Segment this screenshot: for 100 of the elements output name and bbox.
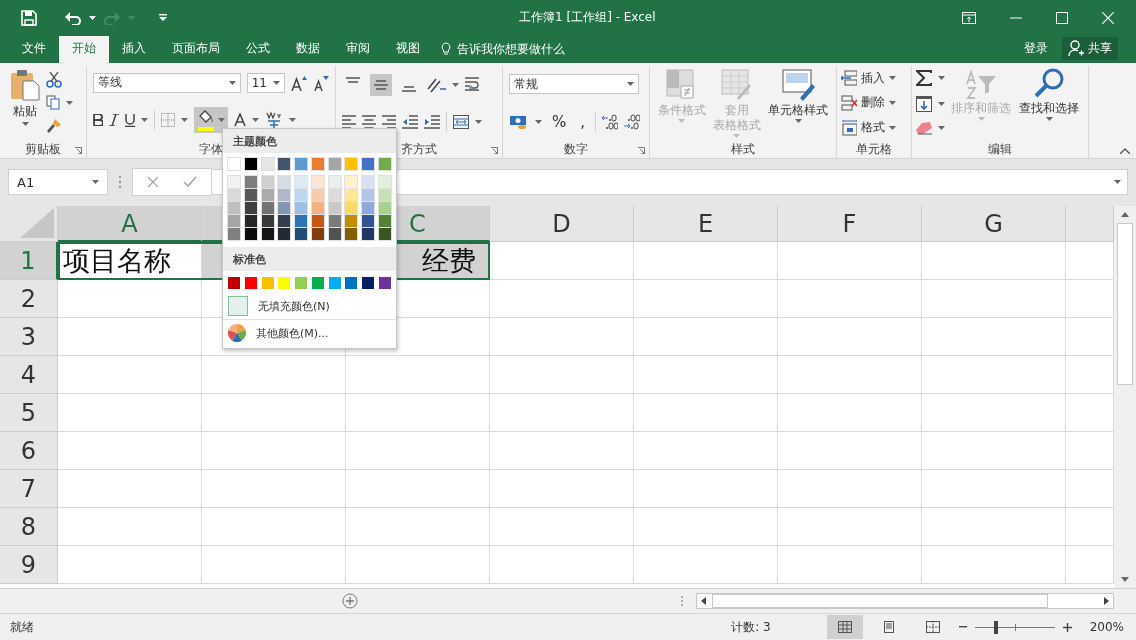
- color-swatch[interactable]: [327, 215, 342, 228]
- color-swatch[interactable]: [260, 189, 275, 202]
- increase-indent-icon[interactable]: [424, 115, 440, 129]
- color-swatch[interactable]: [377, 202, 392, 215]
- color-swatch[interactable]: [361, 202, 376, 215]
- color-swatch[interactable]: [361, 215, 376, 228]
- no-fill-item[interactable]: 无填充颜色(N): [223, 293, 396, 320]
- slider-thumb[interactable]: [994, 620, 999, 634]
- color-swatch[interactable]: [310, 189, 325, 202]
- scroll-down-icon[interactable]: [1121, 577, 1129, 583]
- color-swatch[interactable]: [377, 157, 392, 171]
- cells-insert-button[interactable]: 插入: [841, 69, 907, 87]
- save-icon[interactable]: [21, 9, 37, 26]
- vertical-scrollbar[interactable]: [1114, 205, 1136, 589]
- caret-icon[interactable]: [938, 126, 945, 131]
- align-lines-icon[interactable]: [342, 115, 356, 129]
- collapse-ribbon-icon[interactable]: [1120, 148, 1130, 155]
- menu-tab[interactable]: 开始: [59, 35, 109, 63]
- color-swatch[interactable]: [243, 215, 258, 228]
- style-button[interactable]: 单元格样式: [766, 65, 831, 141]
- eraser-icon[interactable]: [916, 121, 932, 136]
- zoom-in-icon[interactable]: [1062, 622, 1072, 632]
- caret-icon[interactable]: [181, 118, 188, 122]
- color-swatch[interactable]: [310, 175, 325, 189]
- color-swatch[interactable]: [260, 202, 275, 215]
- caret-icon[interactable]: [141, 118, 148, 122]
- format-painter-icon[interactable]: [46, 118, 62, 135]
- color-swatch[interactable]: [277, 189, 292, 202]
- menu-tab[interactable]: 公式: [233, 35, 283, 63]
- row-header[interactable]: 6: [0, 431, 58, 470]
- scroll-thumb[interactable]: [1117, 222, 1133, 385]
- fill-color-button[interactable]: [194, 107, 228, 133]
- row-header[interactable]: 7: [0, 469, 58, 508]
- caret-icon[interactable]: [938, 101, 945, 106]
- row-header[interactable]: 8: [0, 507, 58, 546]
- row-header[interactable]: 3: [0, 317, 58, 356]
- column-header[interactable]: G: [922, 205, 1066, 242]
- zoom-out-icon[interactable]: [958, 626, 967, 629]
- color-swatch[interactable]: [344, 189, 359, 202]
- more-colors-item[interactable]: 其他颜色(M)...: [223, 320, 396, 348]
- color-swatch[interactable]: [294, 189, 309, 202]
- caret-icon[interactable]: [218, 118, 225, 122]
- color-swatch[interactable]: [294, 202, 309, 215]
- caret-icon[interactable]: [889, 125, 896, 130]
- normal-view-button[interactable]: [826, 615, 863, 640]
- color-swatch[interactable]: [294, 175, 309, 189]
- color-swatch[interactable]: [277, 215, 292, 228]
- sign-in-link[interactable]: 登录: [1024, 35, 1048, 63]
- share-button[interactable]: 共享: [1062, 36, 1118, 60]
- autosum-icon[interactable]: [916, 70, 932, 87]
- scroll-up-icon[interactable]: [1121, 211, 1129, 217]
- accounting-format-icon[interactable]: [509, 113, 529, 130]
- caret-icon[interactable]: [794, 118, 802, 123]
- color-swatch[interactable]: [327, 189, 342, 202]
- percent-style-button[interactable]: %: [548, 112, 571, 131]
- row-header[interactable]: 9: [0, 545, 58, 584]
- color-swatch[interactable]: [277, 175, 292, 189]
- color-swatch[interactable]: [377, 175, 392, 189]
- color-swatch[interactable]: [310, 215, 325, 228]
- horizontal-scrollbar[interactable]: [696, 593, 1114, 610]
- row-header[interactable]: 5: [0, 393, 58, 432]
- row-header[interactable]: 2: [0, 279, 58, 318]
- color-swatch[interactable]: [361, 228, 376, 241]
- color-swatch[interactable]: [260, 175, 275, 189]
- add-sheet-icon[interactable]: [342, 593, 358, 610]
- color-swatch[interactable]: [377, 215, 392, 228]
- decrease-indent-icon[interactable]: [402, 115, 418, 129]
- caret-icon[interactable]: [21, 121, 29, 126]
- name-box[interactable]: A1: [8, 169, 108, 195]
- color-swatch[interactable]: [227, 157, 241, 171]
- menu-tab[interactable]: 插入: [109, 35, 159, 63]
- color-swatch[interactable]: [294, 157, 309, 171]
- underline-icon[interactable]: [125, 113, 135, 127]
- color-swatch[interactable]: [327, 157, 342, 171]
- caret-icon[interactable]: [89, 15, 96, 20]
- column-header[interactable]: D: [490, 205, 634, 242]
- caret-icon[interactable]: [535, 119, 542, 124]
- search-hint[interactable]: 告诉我你想要做什么: [457, 40, 565, 58]
- scroll-thumb[interactable]: [712, 594, 1048, 609]
- caret-icon[interactable]: [475, 120, 482, 124]
- color-swatch[interactable]: [344, 175, 359, 189]
- color-swatch[interactable]: [243, 189, 258, 202]
- dialog-launcher-icon[interactable]: [75, 147, 82, 155]
- color-swatch[interactable]: [227, 215, 241, 228]
- menu-tab[interactable]: 审阅: [333, 35, 383, 63]
- customize-icon[interactable]: [159, 14, 167, 22]
- color-swatch[interactable]: [310, 202, 325, 215]
- caret-icon[interactable]: [1045, 116, 1053, 121]
- number-format-dropdown[interactable]: 常规: [509, 74, 639, 95]
- decrease-decimal-icon[interactable]: [624, 113, 641, 130]
- color-swatch[interactable]: [344, 202, 359, 215]
- color-swatch[interactable]: [361, 189, 376, 202]
- lightbulb-icon[interactable]: [441, 42, 451, 57]
- copy-icon[interactable]: [46, 95, 60, 111]
- caret-icon[interactable]: [889, 76, 896, 81]
- color-swatch[interactable]: [260, 157, 275, 171]
- italic-icon[interactable]: [109, 114, 119, 126]
- caret-icon[interactable]: [1114, 180, 1121, 184]
- color-swatch[interactable]: [243, 175, 258, 189]
- color-swatch[interactable]: [227, 228, 241, 241]
